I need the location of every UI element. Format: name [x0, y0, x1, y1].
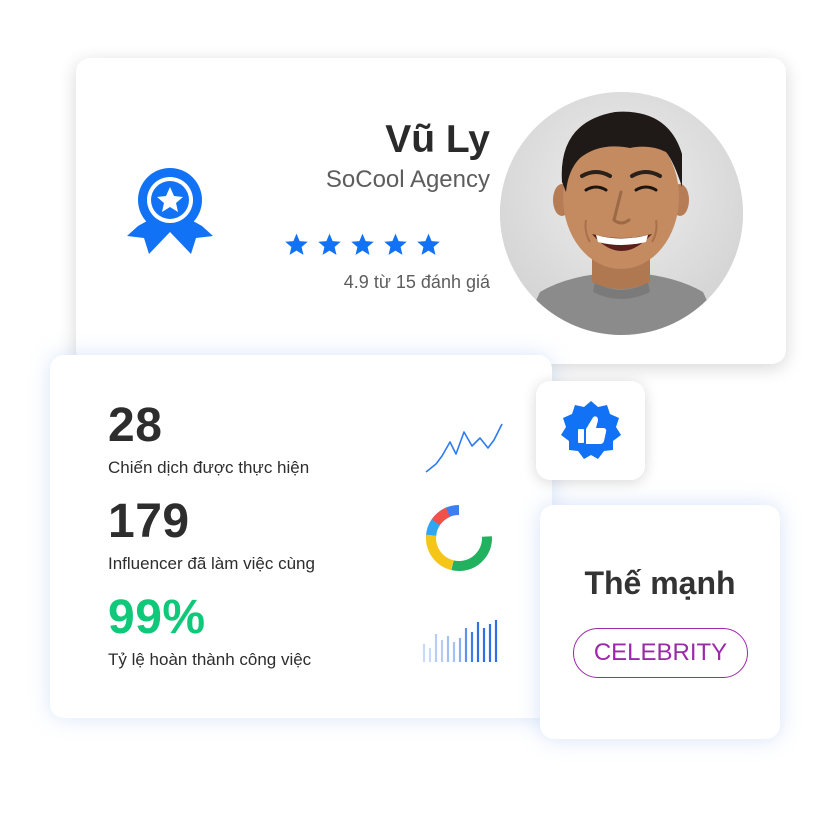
rating-count: 15 [395, 272, 416, 292]
star-icon [384, 233, 407, 255]
star-icon [318, 233, 341, 255]
rating-suffix: đánh giá [420, 272, 490, 292]
thumbs-up-badge-icon [560, 400, 621, 459]
star-icon [351, 233, 374, 255]
avatar [500, 92, 743, 335]
strength-title: Thế mạnh [584, 565, 736, 601]
line-chart-icon [425, 423, 503, 473]
stat-completion-value: 99% [108, 591, 206, 644]
avatar-portrait [500, 92, 743, 335]
stat-completion-label: Tỷ lệ hoàn thành công việc [108, 650, 312, 669]
profile-agency: SoCool Agency [325, 166, 490, 193]
strength-tag-celebrity[interactable]: CELEBRITY [573, 628, 748, 678]
star-icon [285, 233, 308, 255]
star-icon [417, 233, 440, 255]
stat-influencers-value: 179 [108, 495, 190, 548]
bar-chart-icon [422, 620, 498, 662]
rating-value: 4.9 [343, 272, 369, 292]
donut-chart-icon [426, 505, 492, 571]
stat-campaigns-label: Chiến dịch được thực hiện [108, 458, 310, 477]
strength-card: Thế mạnh CELEBRITY [540, 505, 780, 739]
stat-campaigns-value: 28 [108, 399, 163, 452]
award-ribbon-icon [127, 168, 213, 254]
stage: Vũ Ly SoCool Agency 4.9 từ 15 đánh giá 2… [0, 0, 830, 820]
stat-influencers-label: Influencer đã làm việc cùng [108, 554, 315, 573]
rating-word: từ [373, 272, 391, 292]
profile-name: Vũ Ly [385, 118, 490, 161]
like-card [536, 381, 645, 480]
rating-summary: 4.9 từ 15 đánh giá [344, 272, 490, 293]
rating-stars [284, 232, 441, 257]
